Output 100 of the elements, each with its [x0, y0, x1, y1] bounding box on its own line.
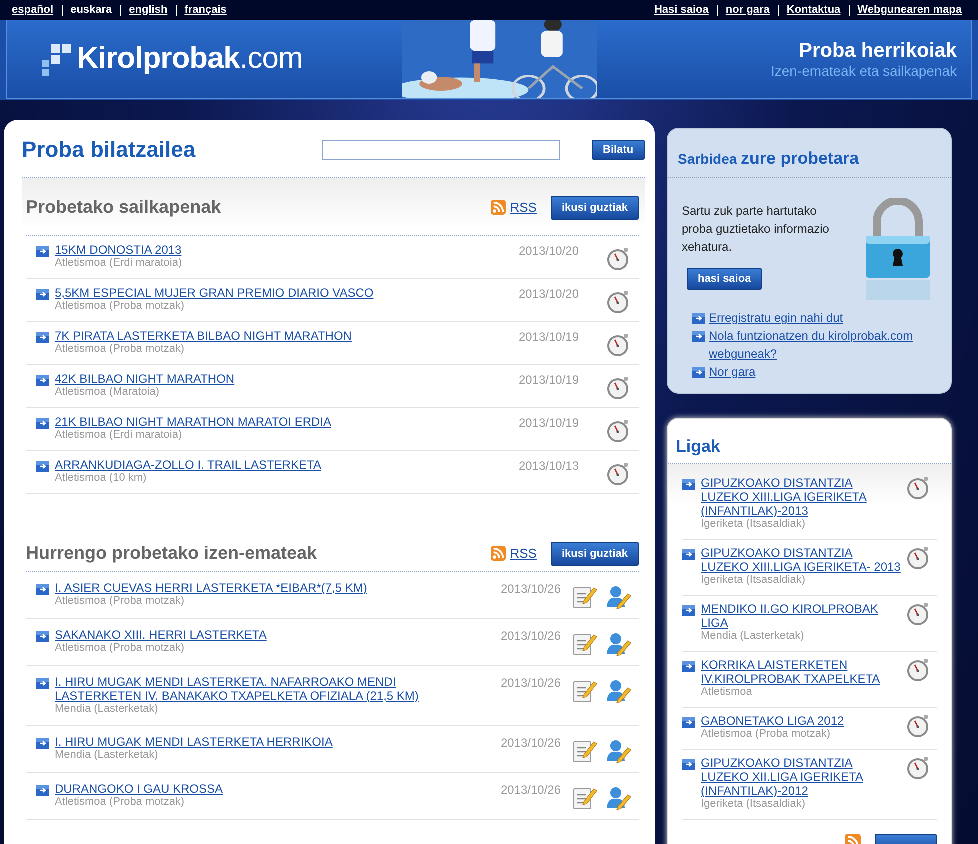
league-category: Igeriketa (Itsasaldiak) [701, 798, 807, 811]
stopwatch-icon [607, 333, 631, 357]
top-link[interactable]: nor gara [716, 4, 778, 16]
language-link[interactable]: français [176, 4, 235, 16]
arrow-icon [36, 738, 49, 749]
notepad-pencil-icon [573, 679, 598, 703]
event-link[interactable]: DURANGOKO I GAU KROSSA [55, 782, 481, 796]
arrow-icon [682, 717, 695, 728]
event-date: 2013/10/19 [518, 372, 579, 387]
arrow-icon [36, 678, 49, 689]
notepad-pencil-icon [573, 632, 598, 656]
user-pencil-icon [606, 585, 631, 609]
arrow-icon [682, 605, 695, 616]
event-date: 2013/10/26 [500, 675, 561, 690]
event-link[interactable]: SAKANAKO XIII. HERRI LASTERKETA [55, 628, 481, 642]
stopwatch-icon [607, 376, 631, 400]
page-title: Proba bilatzailea [22, 136, 197, 162]
arrow-icon [36, 461, 49, 472]
event-date: 2013/10/19 [518, 329, 579, 344]
event-category: Mendia (Lasterketak) [55, 749, 160, 762]
notepad-pencil-icon [573, 585, 598, 609]
search-field[interactable] [322, 140, 560, 160]
stopwatch-icon [907, 756, 931, 780]
arrow-icon [682, 479, 695, 490]
event-category: Atletismoa (Erdi maratoia) [55, 257, 184, 270]
event-date: 2013/10/19 [518, 415, 579, 430]
event-date: 2013/10/26 [500, 581, 561, 596]
event-link[interactable]: 15KM DONOSTIA 2013 [55, 243, 499, 257]
padlock-icon [863, 198, 933, 303]
league-link[interactable]: KORRIKA LAISTERKETEN IV.KIROLPROBAK TXAPELKETA [701, 658, 901, 686]
league-category: Atletismoa (Proba motzak) [701, 728, 832, 741]
sidebar-link[interactable]: Nor gara [709, 363, 756, 381]
search-button[interactable]: Bilatu [592, 140, 645, 160]
user-pencil-icon [606, 632, 631, 656]
event-date: 2013/10/26 [500, 782, 561, 797]
league-link[interactable]: GIPUZKOAKO DISTANTZIA LUZEKO XIII.LIGA IGERIKETA (INFANTILAK)-2013 [701, 476, 901, 518]
stopwatch-icon [907, 602, 931, 626]
event-link[interactable]: ARRANKUDIAGA-ZOLLO I. TRAIL LASTERKETA [55, 458, 499, 472]
event-category: Mendia (Lasterketak) [55, 703, 160, 716]
sidebar-link[interactable]: Erregistratu egin nahi dut [709, 309, 844, 327]
top-link[interactable]: Kontaktua [778, 4, 849, 16]
event-category: Atletismoa (Maratoia) [55, 386, 161, 399]
event-link[interactable]: 5,5KM ESPECIAL MUJER GRAN PREMIO DIARIO VASCO [55, 286, 499, 300]
stopwatch-icon [607, 247, 631, 271]
rss-link[interactable]: RSS [510, 546, 537, 561]
league-category: Mendia (Lasterketak) [701, 630, 806, 643]
stopwatch-icon [607, 290, 631, 314]
league-category: Igeriketa (Itsasaldiak) [701, 518, 807, 531]
league-link[interactable]: GABONETAKO LIGA 2012 [701, 714, 901, 728]
event-link[interactable]: 21K BILBAO NIGHT MARATHON MARATOI ERDIA [55, 415, 499, 429]
language-link[interactable]: español [12, 4, 62, 16]
event-date: 2013/10/20 [518, 286, 579, 301]
arrow-icon [682, 759, 695, 770]
user-pencil-icon [606, 679, 631, 703]
top-link[interactable]: Hasi saioa [654, 4, 717, 16]
league-link[interactable]: MENDIKO II.GO KIROLPROBAK LIGA [701, 602, 901, 630]
rss-icon [491, 546, 506, 561]
stopwatch-icon [607, 462, 631, 486]
notepad-pencil-icon [573, 786, 598, 810]
stopwatch-icon [907, 714, 931, 738]
event-category: Atletismoa (Proba motzak) [55, 796, 186, 809]
language-link[interactable]: english [120, 4, 176, 16]
event-link[interactable]: I. HIRU MUGAK MENDI LASTERKETA. NAFARROAKO MENDI LASTERKETEN IV. BANAKAKO TXAPELKETA OFIZIALA (21,5 KM) [55, 675, 481, 703]
top-link[interactable]: Webgunearen mapa [848, 4, 970, 16]
arrow-icon [36, 289, 49, 300]
card-title: Sarbidea zure probetara [668, 129, 951, 178]
rss-icon [491, 200, 506, 215]
event-link[interactable]: I. ASIER CUEVAS HERRI LASTERKETA *EIBAR*(7,5 KM) [55, 581, 481, 595]
site-tagline: Proba herrikoiak [799, 40, 957, 62]
league-link[interactable]: GIPUZKOAKO DISTANTZIA LUZEKO XIII.LIGA IGERIKETA- 2013 [701, 546, 901, 574]
arrow-icon [36, 418, 49, 429]
language-link[interactable]: euskara [62, 4, 120, 16]
view-all-button[interactable]: ikusi guztiak [550, 542, 639, 566]
event-link[interactable]: 7K PIRATA LASTERKETA BILBAO NIGHT MARATHON [55, 329, 499, 343]
event-category: Atletismoa (Proba motzak) [55, 343, 186, 356]
notepad-pencil-icon [573, 739, 598, 763]
event-category: Atletismoa (Proba motzak) [55, 642, 186, 655]
stopwatch-icon [607, 419, 631, 443]
card-text: Sartu zuk parte hartutako proba guztietako informazio xehatura. [682, 203, 830, 256]
site-logo[interactable]: Kirolprobak.com [77, 42, 303, 76]
section-title: Probetako sailkapenak [26, 197, 222, 218]
event-link[interactable]: 42K BILBAO NIGHT MARATHON [55, 372, 499, 386]
arrow-icon [36, 246, 49, 257]
event-date: 2013/10/20 [518, 243, 579, 258]
stopwatch-icon [907, 476, 931, 500]
event-date: 2013/10/26 [500, 628, 561, 643]
league-category: Atletismoa [701, 686, 754, 699]
event-date: 2013/10/26 [500, 735, 561, 750]
stopwatch-icon [907, 546, 931, 570]
stopwatch-icon [907, 658, 931, 682]
sidebar-link[interactable]: Nola funtzionatzen du kirolprobak.com webguneak? [709, 327, 931, 363]
login-button[interactable]: hasi saioa [687, 268, 762, 290]
user-pencil-icon [606, 739, 631, 763]
user-pencil-icon [606, 786, 631, 810]
league-link[interactable]: GIPUZKOAKO DISTANTZIA LUZEKO XII.LIGA IGERIKETA (INFANTILAK)-2012 [701, 756, 901, 798]
rss-link[interactable]: RSS [510, 200, 537, 215]
arrow-icon [692, 367, 705, 378]
arrow-icon [682, 661, 695, 672]
event-link[interactable]: I. HIRU MUGAK MENDI LASTERKETA HERRIKOIA [55, 735, 481, 749]
view-all-button[interactable]: ikusi guztiak [550, 196, 639, 220]
